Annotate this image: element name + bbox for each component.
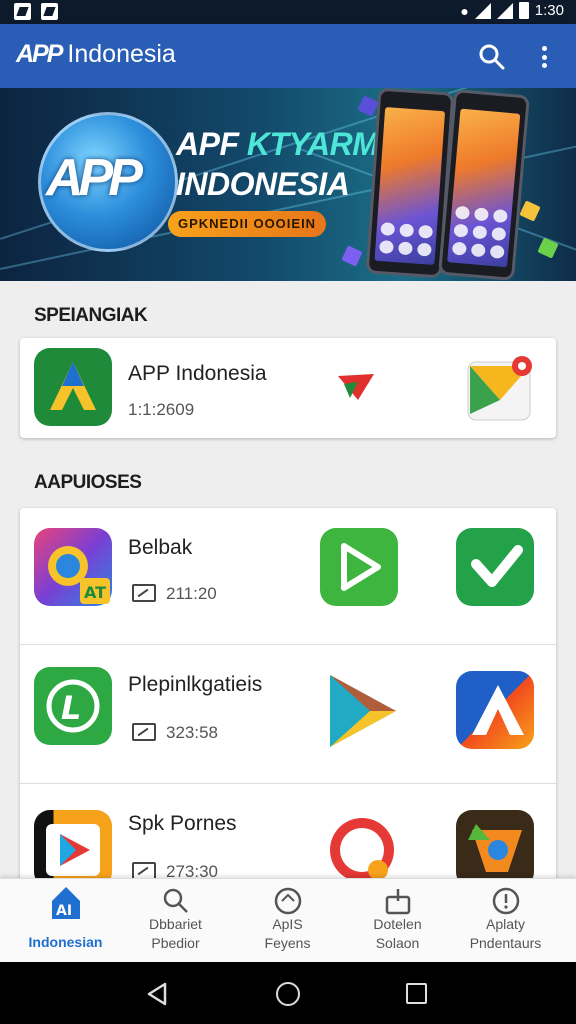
featured-section-heading: SPEIANGIAK bbox=[34, 305, 148, 326]
refresh-app-icon: L bbox=[34, 667, 112, 745]
search-icon bbox=[162, 887, 190, 915]
app-logo: APP bbox=[16, 40, 63, 68]
list-item-name: Belbak bbox=[128, 536, 193, 559]
list-item-meta: 323:58 bbox=[166, 723, 218, 742]
apps-circle-icon bbox=[274, 887, 302, 915]
check-app-icon[interactable] bbox=[456, 528, 534, 606]
nav-label: Dbbariet bbox=[149, 916, 202, 932]
bluetooth-icon: ● bbox=[460, 2, 469, 19]
nav-label: Solaon bbox=[375, 935, 420, 951]
system-navigation-bar bbox=[0, 962, 576, 1024]
status-bar: ● 1:30 bbox=[0, 0, 576, 24]
decor-cube-icon bbox=[519, 200, 541, 222]
notification-icon bbox=[41, 3, 58, 20]
wifi-signal-icon bbox=[474, 2, 491, 19]
app-brand[interactable]: APP Indonesia bbox=[16, 40, 176, 69]
nav-label: Pndentaurs bbox=[469, 935, 542, 951]
list-item[interactable]: L Plepinlkgatieis 323:58 bbox=[20, 645, 556, 783]
home-icon[interactable] bbox=[276, 982, 300, 1006]
nav-label: Pbedior bbox=[151, 935, 200, 951]
play-video-icon[interactable] bbox=[320, 528, 398, 606]
back-icon[interactable] bbox=[146, 982, 168, 1006]
nav-item-apps[interactable]: ApIS Feyens bbox=[230, 879, 345, 963]
banner-cta-button[interactable]: GPKNEDII OOOIEIN bbox=[168, 211, 327, 237]
apps-list: AT Belbak 211:20 L Plepinlkgatieis 323:5… bbox=[20, 508, 556, 928]
promo-banner[interactable]: APP APF KTYARM INDONESIA GPKNEDII OOOIEI… bbox=[0, 88, 576, 281]
decor-cube-icon bbox=[357, 95, 379, 117]
belbak-app-icon: AT bbox=[34, 528, 112, 606]
svg-text:L: L bbox=[61, 689, 81, 727]
nav-item-updates[interactable]: Aplaty Pndentaurs bbox=[448, 879, 563, 963]
notification-icons bbox=[14, 3, 58, 20]
battery-icon bbox=[518, 2, 529, 19]
calendar-icon bbox=[132, 584, 156, 602]
search-icon[interactable] bbox=[478, 43, 506, 71]
decor-cube-icon bbox=[341, 245, 363, 267]
list-item-name: Spk Pornes bbox=[128, 812, 237, 835]
phone-illustration bbox=[438, 89, 530, 281]
home-logo-icon: AI bbox=[50, 885, 82, 921]
featured-app-name: APP Indonesia bbox=[128, 362, 267, 385]
banner-logo-text: APP bbox=[46, 149, 143, 207]
nav-item-indonesian[interactable]: AI Indonesian bbox=[8, 879, 123, 963]
play-store-icon[interactable] bbox=[326, 667, 400, 758]
svg-text:AT: AT bbox=[84, 583, 106, 602]
download-box-icon bbox=[384, 887, 412, 915]
notification-icon bbox=[14, 3, 31, 20]
banner-title-line1: APF KTYARM bbox=[176, 126, 379, 162]
nav-item-search[interactable]: Dbbariet Pbedior bbox=[118, 879, 233, 963]
list-item-name: Plepinlkgatieis bbox=[128, 673, 263, 696]
apps-section-heading: AAPUIOSES bbox=[34, 472, 142, 493]
list-item[interactable]: AT Belbak 211:20 bbox=[20, 508, 556, 644]
adobe-app-icon[interactable] bbox=[456, 671, 534, 749]
featured-app-card[interactable]: APP Indonesia 1:1:2609 bbox=[20, 338, 556, 438]
red-arrow-icon bbox=[336, 370, 376, 409]
nav-label: Indonesian bbox=[28, 934, 103, 950]
featured-app-meta: 1:1:2609 bbox=[128, 400, 195, 419]
app-bar: APP Indonesia bbox=[0, 24, 576, 88]
alert-circle-icon bbox=[492, 887, 520, 915]
app-title: Indonesia bbox=[67, 40, 176, 68]
status-time: 1:30 bbox=[534, 2, 564, 19]
nav-label: ApIS bbox=[272, 916, 303, 932]
overflow-menu-icon[interactable] bbox=[532, 43, 556, 71]
nav-label: Feyens bbox=[264, 935, 311, 951]
nav-item-downloads[interactable]: Dotelen Solaon bbox=[340, 879, 455, 963]
svg-text:AI: AI bbox=[56, 903, 72, 919]
calendar-icon bbox=[132, 723, 156, 741]
mail-app-icon[interactable] bbox=[466, 354, 534, 429]
nav-label: Dotelen bbox=[373, 916, 422, 932]
banner-title-line2: INDONESIA bbox=[176, 166, 350, 202]
nav-label: Aplaty bbox=[486, 916, 525, 932]
game-app-icon[interactable] bbox=[456, 810, 534, 888]
cell-signal-icon bbox=[496, 2, 513, 19]
recent-apps-icon[interactable] bbox=[406, 983, 427, 1004]
app-indonesia-icon bbox=[34, 348, 112, 426]
video-player-icon bbox=[34, 810, 112, 888]
bottom-navigation: AI Indonesian Dbbariet Pbedior ApIS Feye… bbox=[0, 878, 576, 962]
list-item-meta: 211:20 bbox=[166, 584, 217, 603]
